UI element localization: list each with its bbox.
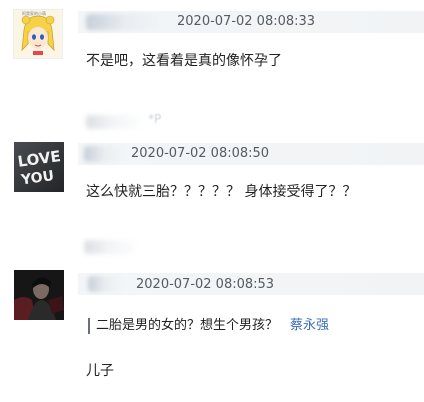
timestamp: 2020-07-02 08:08:53 [136,277,275,292]
blurred-element [84,240,136,254]
quoted-reply: 二胎是男的女的？想生个男孩？ 蔡永强 [88,318,329,334]
timestamp: 2020-07-02 08:08:50 [131,146,270,161]
quoted-text: 二胎是男的女的？想生个男孩？ [96,318,279,333]
blurred-element [86,115,141,129]
comment-text: 这么快就三胎？？？？？ 身体接受得了？？ [86,184,357,200]
username-blurred[interactable] [88,276,122,292]
quoted-author-link[interactable]: 蔡永强 [290,318,329,333]
love-you-avatar-icon[interactable]: LOVE YOU [14,142,64,192]
comment-text: 儿子 [86,363,114,379]
sailor-moon-avatar-icon[interactable]: 阿昊家的小萌 [13,9,63,59]
timestamp: 2020-07-02 08:08:33 [177,14,316,29]
username-blurred[interactable] [84,146,124,162]
comment-text: 不是吧，这看着是真的像怀孕了 [86,53,282,69]
blurred-glyph: *P [148,112,162,126]
svg-text:阿昊家的小萌: 阿昊家的小萌 [22,10,46,16]
dark-portrait-avatar-icon[interactable] [14,270,64,320]
username-blurred[interactable] [86,14,166,30]
